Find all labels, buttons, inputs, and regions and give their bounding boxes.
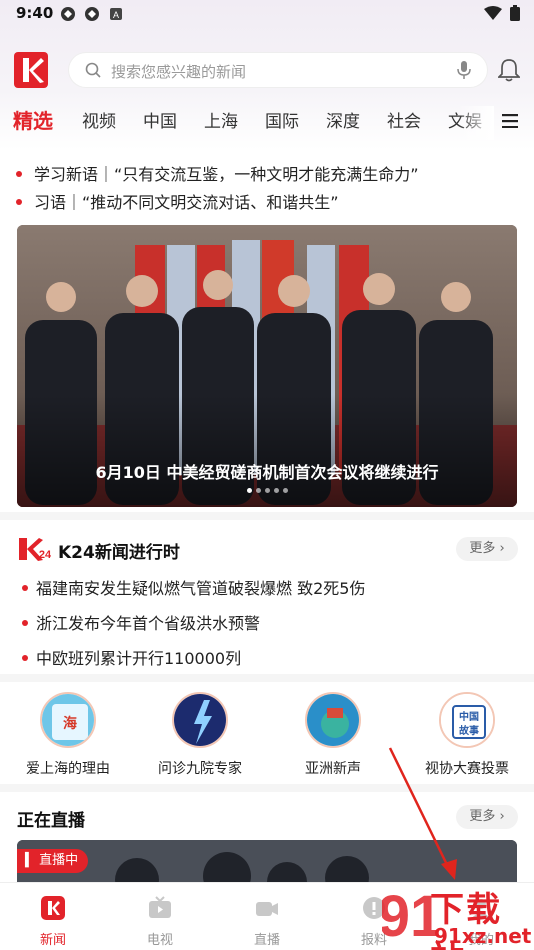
annotation-arrow — [388, 747, 457, 880]
